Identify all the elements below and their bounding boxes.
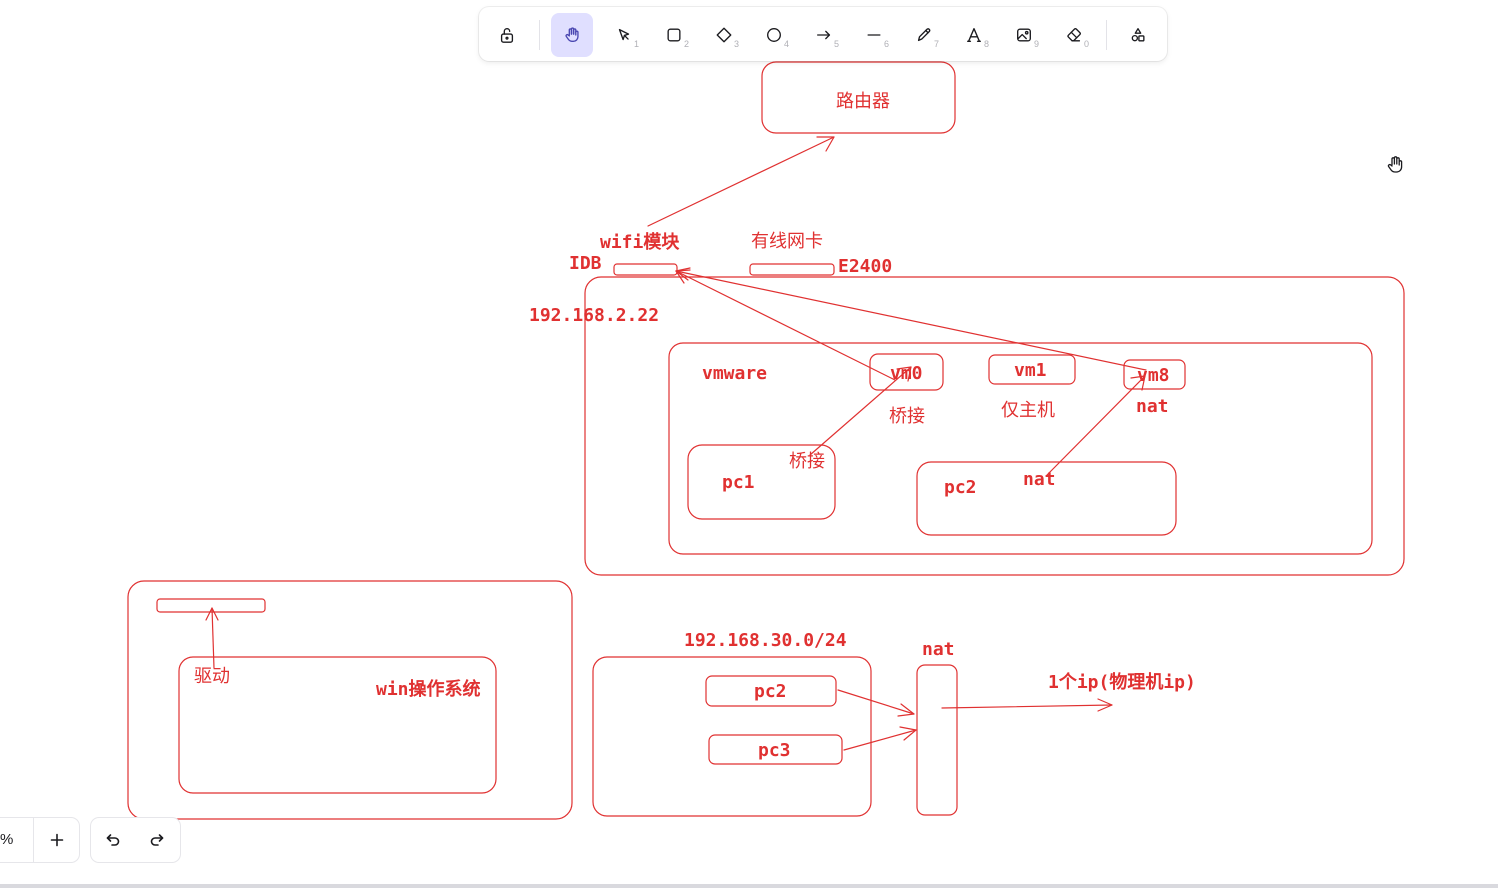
pencil-icon xyxy=(917,28,931,42)
wifi-module-box xyxy=(613,263,678,276)
arrow-wifi-to-router xyxy=(647,136,835,227)
arrow-vm8-to-wifi xyxy=(675,267,1147,371)
image-shortcut: 9 xyxy=(1033,39,1039,49)
hand-icon xyxy=(565,27,579,42)
draw-shortcut: 7 xyxy=(933,39,939,49)
win-os-label: win操作系统 xyxy=(376,679,481,700)
rectangle-tool[interactable]: 2 xyxy=(653,13,695,57)
ellipse-icon xyxy=(767,28,781,42)
vm8-label: vm8 xyxy=(1137,365,1170,386)
hand-tool[interactable] xyxy=(551,13,593,57)
zoom-level[interactable]: % xyxy=(0,831,13,848)
shapes-toolbar: 1 2 3 4 5 6 7 8 9 0 xyxy=(479,7,1167,61)
driver-label: 驱动 xyxy=(194,666,230,687)
hand-cursor-icon xyxy=(1387,156,1403,173)
arrow-pc2-to-vm8 xyxy=(1046,375,1146,476)
extra-tools-button[interactable] xyxy=(1117,13,1159,57)
shapes-icon xyxy=(1131,28,1145,42)
eraser-shortcut: 0 xyxy=(1083,39,1089,49)
arrow-pc2-to-nat xyxy=(837,689,915,717)
arrow-driver-to-nic xyxy=(205,607,219,669)
rectangle-shortcut: 2 xyxy=(683,39,689,49)
line-icon xyxy=(867,34,881,36)
ellipse-shortcut: 4 xyxy=(783,39,789,49)
toolbar-divider xyxy=(539,20,540,50)
zoom-controls: % xyxy=(0,818,79,862)
text-tool[interactable]: 8 xyxy=(953,13,995,57)
arrow-nat-to-ip xyxy=(941,698,1113,712)
wired-nic-box xyxy=(749,263,835,276)
undo-button[interactable] xyxy=(91,818,135,862)
e2400-label: E2400 xyxy=(838,256,893,277)
text-icon xyxy=(967,28,981,42)
selection-tool[interactable]: 1 xyxy=(603,13,645,57)
eraser-icon xyxy=(1067,28,1081,42)
diamond-tool[interactable]: 3 xyxy=(703,13,745,57)
text-shortcut: 8 xyxy=(983,39,989,49)
host-ip-label: 192.168.2.22 xyxy=(529,305,660,326)
redo-icon xyxy=(150,834,164,846)
wifi-module-label: wifi模块 xyxy=(600,232,680,253)
pc1-bridge-label: 桥接 xyxy=(789,451,825,472)
eraser-tool[interactable]: 0 xyxy=(1053,13,1095,57)
line-shortcut: 6 xyxy=(883,39,889,49)
drawing-canvas[interactable]: 路由器 wifi模块 有线网卡 IDB E2400 192.168.2.22 v… xyxy=(0,0,1498,888)
lower-pc2-label: pc2 xyxy=(754,681,787,702)
undo-icon xyxy=(106,834,120,846)
toolbar-divider xyxy=(1106,20,1107,50)
diamond-shortcut: 3 xyxy=(733,39,739,49)
nat-box xyxy=(916,664,958,816)
subnet-box xyxy=(592,656,872,817)
pointer-icon xyxy=(618,28,630,41)
idb-label: IDB xyxy=(569,253,602,274)
arrow-pc3-to-nat xyxy=(843,726,917,751)
selection-shortcut: 1 xyxy=(633,39,639,49)
lower-pc3-label: pc3 xyxy=(758,740,791,761)
arrow-right-icon xyxy=(817,30,831,40)
arrow-shortcut: 5 xyxy=(833,39,839,49)
arrow-tool[interactable]: 5 xyxy=(803,13,845,57)
rectangle-icon xyxy=(667,28,681,42)
bridge-label: 桥接 xyxy=(889,406,925,427)
redo-button[interactable] xyxy=(135,818,179,862)
line-tool[interactable]: 6 xyxy=(853,13,895,57)
draw-tool[interactable]: 7 xyxy=(903,13,945,57)
undo-redo-controls xyxy=(91,818,180,862)
host-only-label: 仅主机 xyxy=(1001,400,1055,421)
vm1-label: vm1 xyxy=(1014,360,1047,381)
image-icon xyxy=(1017,28,1031,42)
subnet-label: 192.168.30.0/24 xyxy=(684,630,847,651)
lock-tool[interactable] xyxy=(486,13,528,57)
canvas-shapes xyxy=(127,61,1405,820)
plus-icon xyxy=(50,833,63,847)
pc2-nat-label: nat xyxy=(1023,469,1056,490)
router-label: 路由器 xyxy=(836,91,890,112)
vm8-nat-label: nat xyxy=(1136,396,1169,417)
zoom-in-button[interactable] xyxy=(34,818,79,862)
image-tool[interactable]: 9 xyxy=(1003,13,1045,57)
wired-nic-label: 有线网卡 xyxy=(751,231,823,252)
vmware-label: vmware xyxy=(702,363,768,384)
ellipse-tool[interactable]: 4 xyxy=(753,13,795,57)
vm0-label: vm0 xyxy=(890,363,923,384)
nat-box-label: nat xyxy=(922,639,955,660)
diamond-icon xyxy=(716,27,732,43)
win-outer-box xyxy=(127,580,573,820)
host-box xyxy=(584,276,1405,576)
one-ip-label: 1个ip(物理机ip) xyxy=(1048,672,1196,693)
pc1-label: pc1 xyxy=(722,472,755,493)
window-bottom-edge xyxy=(0,884,1498,888)
pc2-label: pc2 xyxy=(944,477,977,498)
unlock-icon xyxy=(500,28,514,43)
